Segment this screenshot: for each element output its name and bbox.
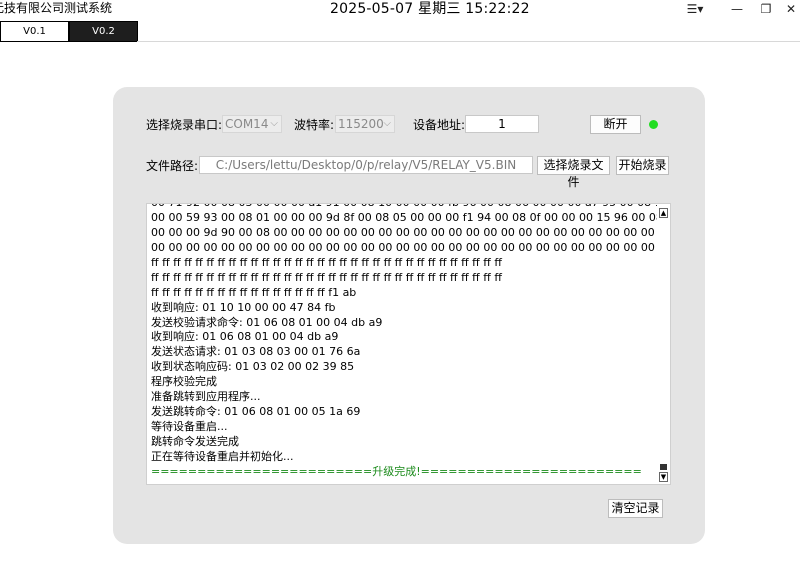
baud-label: 波特率: <box>294 118 335 132</box>
start-flash-button[interactable]: 开始烧录 <box>616 156 669 175</box>
disconnect-button[interactable]: 断开 <box>590 115 641 134</box>
connection-status-indicator <box>649 120 658 129</box>
log-line: 发送状态请求: 01 03 08 03 00 01 76 6a <box>151 345 361 359</box>
log-output[interactable]: 00 71 92 00 08 03 00 00 00 a1 91 00 08 1… <box>146 203 671 485</box>
addr-label: 设备地址: <box>413 118 466 132</box>
device-address-input[interactable]: 1 <box>465 115 539 133</box>
clear-log-button[interactable]: 清空记录 <box>608 499 663 518</box>
log-line: 发送校验请求命令: 01 06 08 01 00 04 db a9 <box>151 315 383 329</box>
log-line: 00 71 92 00 08 03 00 00 00 a1 91 00 08 1… <box>151 204 657 211</box>
scroll-down-icon[interactable]: ▼ <box>659 472 668 482</box>
version-tabs: V0.1 V0.2 <box>0 21 138 42</box>
scroll-up-icon[interactable]: ▲ <box>659 208 668 218</box>
log-line: 正在等待设备重启并初始化... <box>151 449 294 463</box>
log-line: 等待设备重启... <box>151 420 228 434</box>
log-line: ========================升级完成!===========… <box>151 464 642 478</box>
minimize-icon[interactable]: — <box>726 1 748 17</box>
tab-divider <box>137 41 800 42</box>
log-line: 收到状态响应码: 01 03 02 00 02 39 85 <box>151 360 355 374</box>
log-scrollbar[interactable]: ▲ ▼ <box>657 204 670 484</box>
close-icon[interactable]: ✕ <box>780 1 800 17</box>
chevron-down-icon: ⌵ <box>270 118 278 129</box>
title-bar: 元技有限公司测试系统 2025-05-07 星期三 15:22:22 ☰▾ — … <box>0 0 800 18</box>
log-line: 跳转命令发送完成 <box>151 435 239 448</box>
log-line: 准备跳转到应用程序... <box>151 390 261 404</box>
port-select-value: COM14 <box>225 117 269 131</box>
log-line: 00 00 59 93 00 08 01 00 00 00 9d 8f 00 0… <box>151 210 657 224</box>
clock: 2025-05-07 星期三 15:22:22 <box>330 1 530 17</box>
log-lines: 00 71 92 00 08 03 00 00 00 a1 91 00 08 1… <box>151 204 657 480</box>
log-line: 发送跳转命令: 01 06 08 01 00 05 1a 69 <box>151 405 361 419</box>
log-line: 00 00 00 9d 90 00 08 00 00 00 00 00 00 0… <box>151 225 657 239</box>
tab-v02[interactable]: V0.2 <box>69 21 138 42</box>
chevron-down-icon: ⌵ <box>383 118 391 129</box>
log-line: 收到响应: 01 06 08 01 00 04 db a9 <box>151 330 339 344</box>
choose-file-button[interactable]: 选择烧录文件 <box>537 156 610 189</box>
port-label: 选择烧录串口: <box>146 118 223 132</box>
flash-panel: 选择烧录串口: COM14 ⌵ 波特率: 115200 ⌵ 设备地址: 1 断开… <box>113 87 705 544</box>
port-select[interactable]: COM14 ⌵ <box>222 115 282 133</box>
baud-select-value: 115200 <box>338 117 384 131</box>
log-line: ff ff ff ff ff ff ff ff ff ff ff ff ff f… <box>151 270 502 284</box>
log-line: ff ff ff ff ff ff ff ff ff ff ff ff ff f… <box>151 255 502 269</box>
tab-v01[interactable]: V0.1 <box>0 21 69 42</box>
menu-icon[interactable]: ☰▾ <box>681 1 709 17</box>
log-line: 程序校验完成 <box>151 375 217 389</box>
log-line: ff ff ff ff ff ff ff ff ff ff ff ff ff f… <box>151 285 357 299</box>
restore-icon[interactable]: ❐ <box>755 1 777 17</box>
log-line: 收到响应: 01 10 10 00 00 47 84 fb <box>151 300 336 314</box>
app-title: 元技有限公司测试系统 <box>0 1 113 15</box>
file-path-input[interactable]: C:/Users/lettu/Desktop/0/p/relay/V5/RELA… <box>199 156 533 174</box>
path-label: 文件路径: <box>146 159 199 173</box>
log-line: 00 00 00 00 00 00 00 00 00 00 00 00 00 0… <box>151 240 657 254</box>
baud-select[interactable]: 115200 ⌵ <box>335 115 395 133</box>
scroll-thumb[interactable] <box>660 464 667 470</box>
